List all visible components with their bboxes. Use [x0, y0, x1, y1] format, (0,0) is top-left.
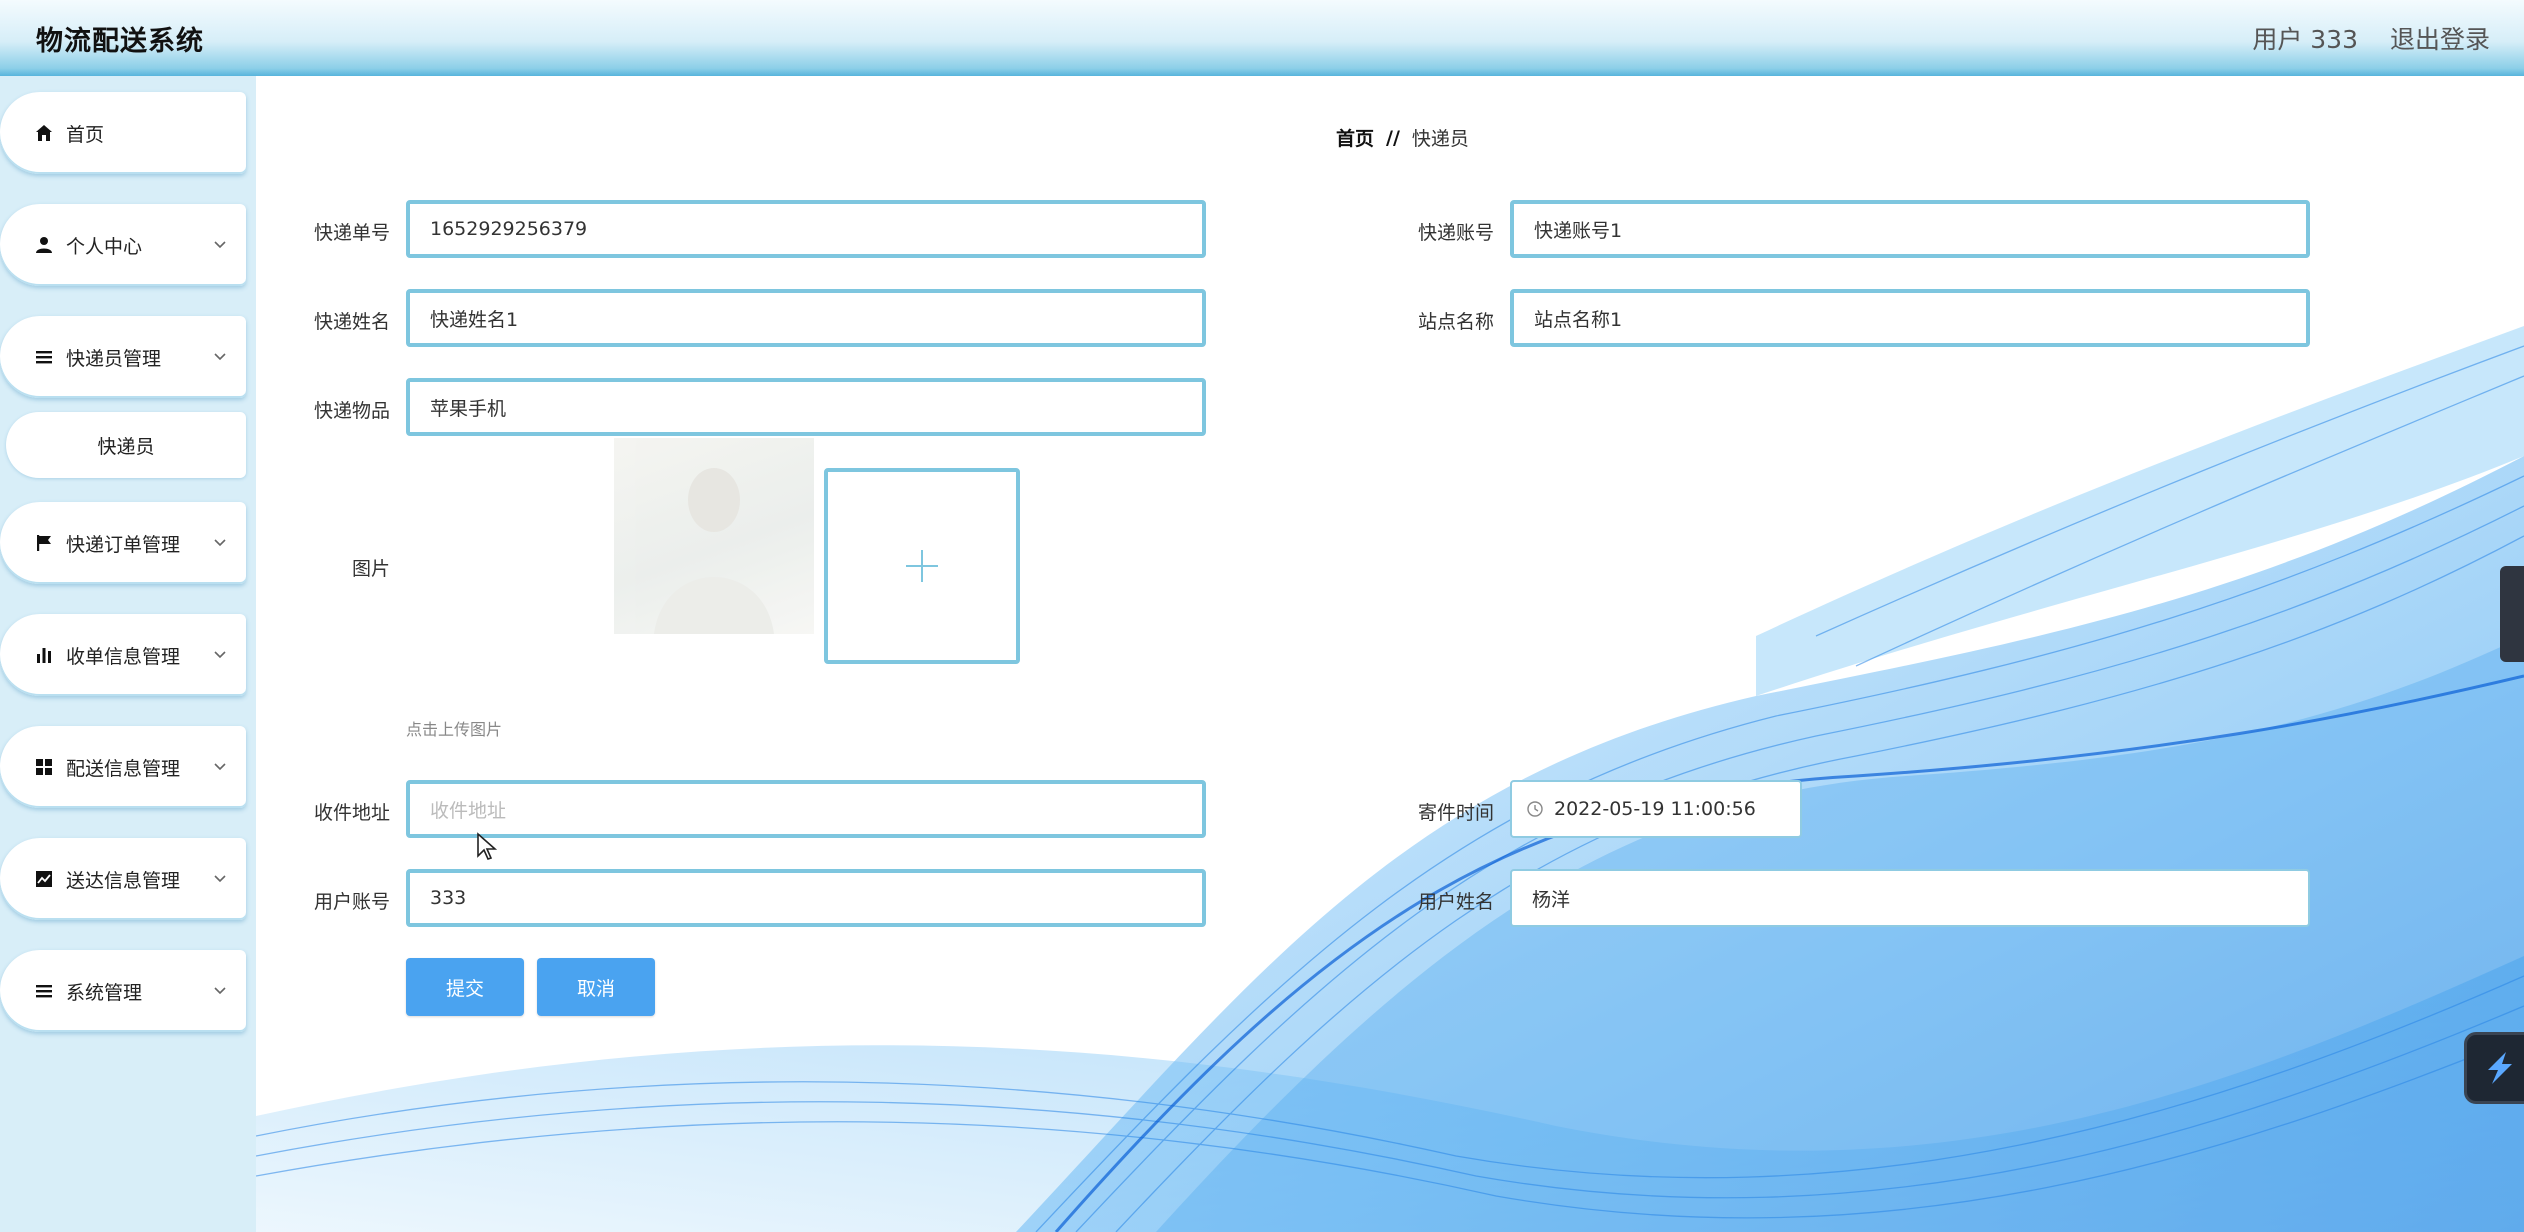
- chevron-down-icon: [210, 346, 230, 366]
- side-panel-tab[interactable]: [2500, 566, 2524, 662]
- sidebar-item-home[interactable]: 首页: [0, 92, 246, 174]
- top-bar: 物流配送系统 用户 333 退出登录: [0, 0, 2524, 76]
- cancel-button[interactable]: 取消: [537, 958, 655, 1016]
- clock-icon: [1527, 801, 1543, 817]
- plus-icon: [906, 550, 938, 582]
- breadcrumb-current: 快递员: [1411, 128, 1469, 150]
- breadcrumb-home[interactable]: 首页: [1336, 124, 1374, 151]
- sidebar-item-receipt-management[interactable]: 收单信息管理: [0, 614, 246, 696]
- sidebar-item-order-management[interactable]: 快递订单管理: [0, 502, 246, 584]
- main-content: 首页 // 快递员 快递单号 1652929256379 快递账号 快递账号1 …: [256, 76, 2524, 1232]
- sidebar-item-courier-management[interactable]: 快递员管理: [0, 316, 246, 398]
- sidebar-item-label: 系统管理: [66, 981, 143, 1004]
- sidebar: 首页 个人中心 快递员管理 快递员 快递订单管理 收单信息管理 配送信息管理 送…: [0, 76, 256, 1232]
- sidebar-item-system-management[interactable]: 系统管理: [0, 950, 246, 1032]
- sidebar-item-personal-center[interactable]: 个人中心: [0, 204, 246, 286]
- line-chart-icon: [34, 869, 54, 889]
- send-time-picker[interactable]: 2022-05-19 11:00:56: [1510, 780, 1802, 838]
- upload-hint: 点击上传图片: [406, 720, 503, 739]
- uploaded-image-preview: [614, 438, 814, 634]
- chevron-down-icon: [210, 868, 230, 888]
- submit-button[interactable]: 提交: [406, 958, 524, 1016]
- floating-app-icon[interactable]: [2464, 1032, 2524, 1104]
- sidebar-item-label: 首页: [66, 123, 105, 146]
- sidebar-item-label: 收单信息管理: [66, 645, 181, 668]
- chevron-down-icon: [210, 980, 230, 1000]
- chevron-down-icon: [210, 756, 230, 776]
- sidebar-item-label: 个人中心: [66, 235, 143, 258]
- sidebar-item-label: 快递员: [97, 435, 155, 458]
- courier-name-field[interactable]: 快递姓名1: [406, 289, 1206, 347]
- item-field[interactable]: 苹果手机: [406, 378, 1206, 436]
- station-name-label: 站点名称: [1417, 311, 1494, 333]
- mouse-cursor-icon: [477, 832, 498, 860]
- tracking-no-field[interactable]: 1652929256379: [406, 200, 1206, 258]
- breadcrumb: 首页 // 快递员: [1336, 124, 1469, 151]
- image-upload-box[interactable]: [824, 468, 1020, 664]
- tracking-no-label: 快递单号: [313, 222, 390, 244]
- chevron-down-icon: [210, 234, 230, 254]
- user-account-label: 用户账号: [313, 891, 390, 913]
- sidebar-subitem-courier[interactable]: 快递员: [6, 412, 246, 478]
- top-right-area: 用户 333 退出登录: [2252, 20, 2490, 56]
- app-title: 物流配送系统: [36, 25, 204, 57]
- current-user: 用户 333: [2252, 25, 2358, 54]
- bar-chart-icon: [34, 645, 54, 665]
- sidebar-item-label: 配送信息管理: [66, 757, 181, 780]
- breadcrumb-separator: //: [1386, 126, 1400, 149]
- address-label: 收件地址: [313, 802, 390, 824]
- list-icon: [34, 347, 54, 367]
- sidebar-item-delivery-management[interactable]: 配送信息管理: [0, 726, 246, 808]
- image-label: 图片: [351, 558, 390, 580]
- chevron-down-icon: [210, 644, 230, 664]
- sidebar-item-label: 快递员管理: [66, 347, 162, 370]
- list-icon: [34, 981, 54, 1001]
- sidebar-item-label: 送达信息管理: [66, 869, 181, 892]
- send-time-label: 寄件时间: [1417, 802, 1494, 824]
- logout-link[interactable]: 退出登录: [2390, 20, 2490, 56]
- flag-icon: [34, 533, 54, 553]
- user-name-label: 用户姓名: [1417, 891, 1494, 913]
- courier-name-label: 快递姓名: [313, 311, 390, 333]
- item-label: 快递物品: [313, 400, 390, 422]
- user-account-field[interactable]: 333: [406, 869, 1206, 927]
- courier-account-label: 快递账号: [1417, 222, 1494, 244]
- courier-account-field[interactable]: 快递账号1: [1510, 200, 2310, 258]
- grid-icon: [34, 757, 54, 777]
- send-time-value: 2022-05-19 11:00:56: [1554, 798, 1756, 820]
- user-icon: [34, 235, 54, 255]
- sidebar-item-label: 快递订单管理: [66, 533, 181, 556]
- user-name-field[interactable]: 杨洋: [1510, 869, 2310, 927]
- chevron-down-icon: [210, 532, 230, 552]
- address-field[interactable]: 收件地址: [406, 780, 1206, 838]
- station-name-field[interactable]: 站点名称1: [1510, 289, 2310, 347]
- home-icon: [34, 123, 54, 143]
- sidebar-item-arrival-management[interactable]: 送达信息管理: [0, 838, 246, 920]
